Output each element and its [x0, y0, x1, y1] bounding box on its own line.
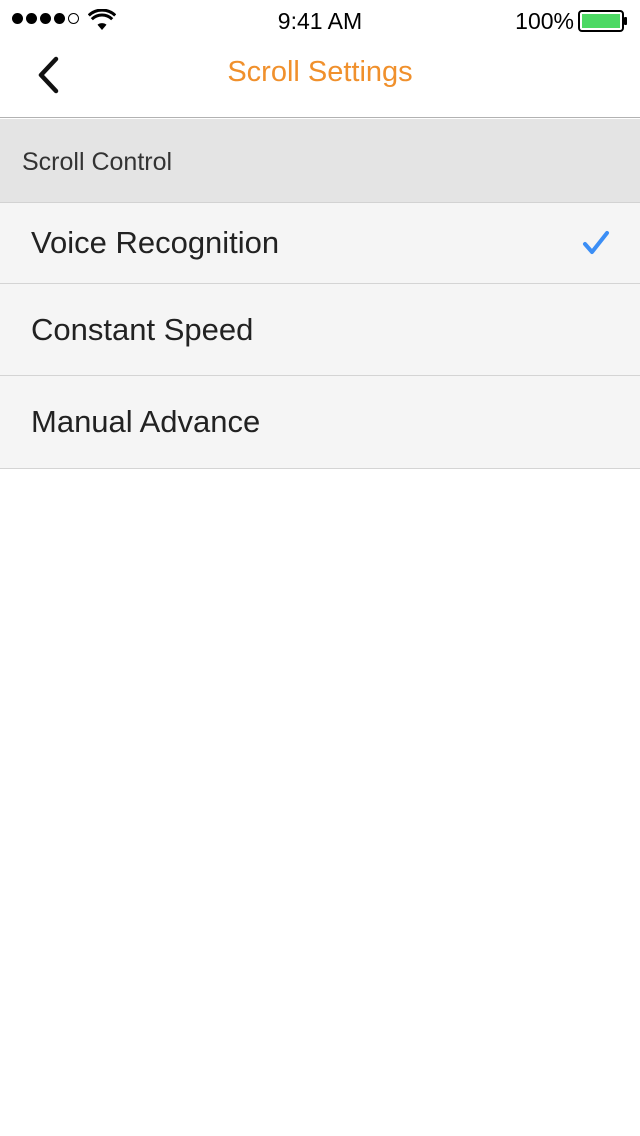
option-label: Constant Speed [31, 312, 254, 347]
checkmark-icon [583, 231, 609, 254]
option-manual-advance[interactable]: Manual Advance [0, 376, 640, 469]
option-constant-speed[interactable]: Constant Speed [0, 284, 640, 376]
option-label: Voice Recognition [31, 225, 280, 260]
status-bar: 9:41 AM 100% [0, 0, 640, 40]
navigation-bar: Scroll Settings [0, 40, 640, 118]
scroll-control-options: Voice Recognition Constant Speed Manual … [0, 203, 640, 469]
section-header: Scroll Control [0, 119, 640, 203]
section-header-label: Scroll Control [22, 148, 173, 176]
battery-icon [578, 10, 627, 32]
page-title: Scroll Settings [227, 56, 413, 88]
option-label: Manual Advance [31, 404, 261, 439]
option-voice-recognition[interactable]: Voice Recognition [0, 203, 640, 284]
battery-percentage: 100% [515, 8, 574, 34]
